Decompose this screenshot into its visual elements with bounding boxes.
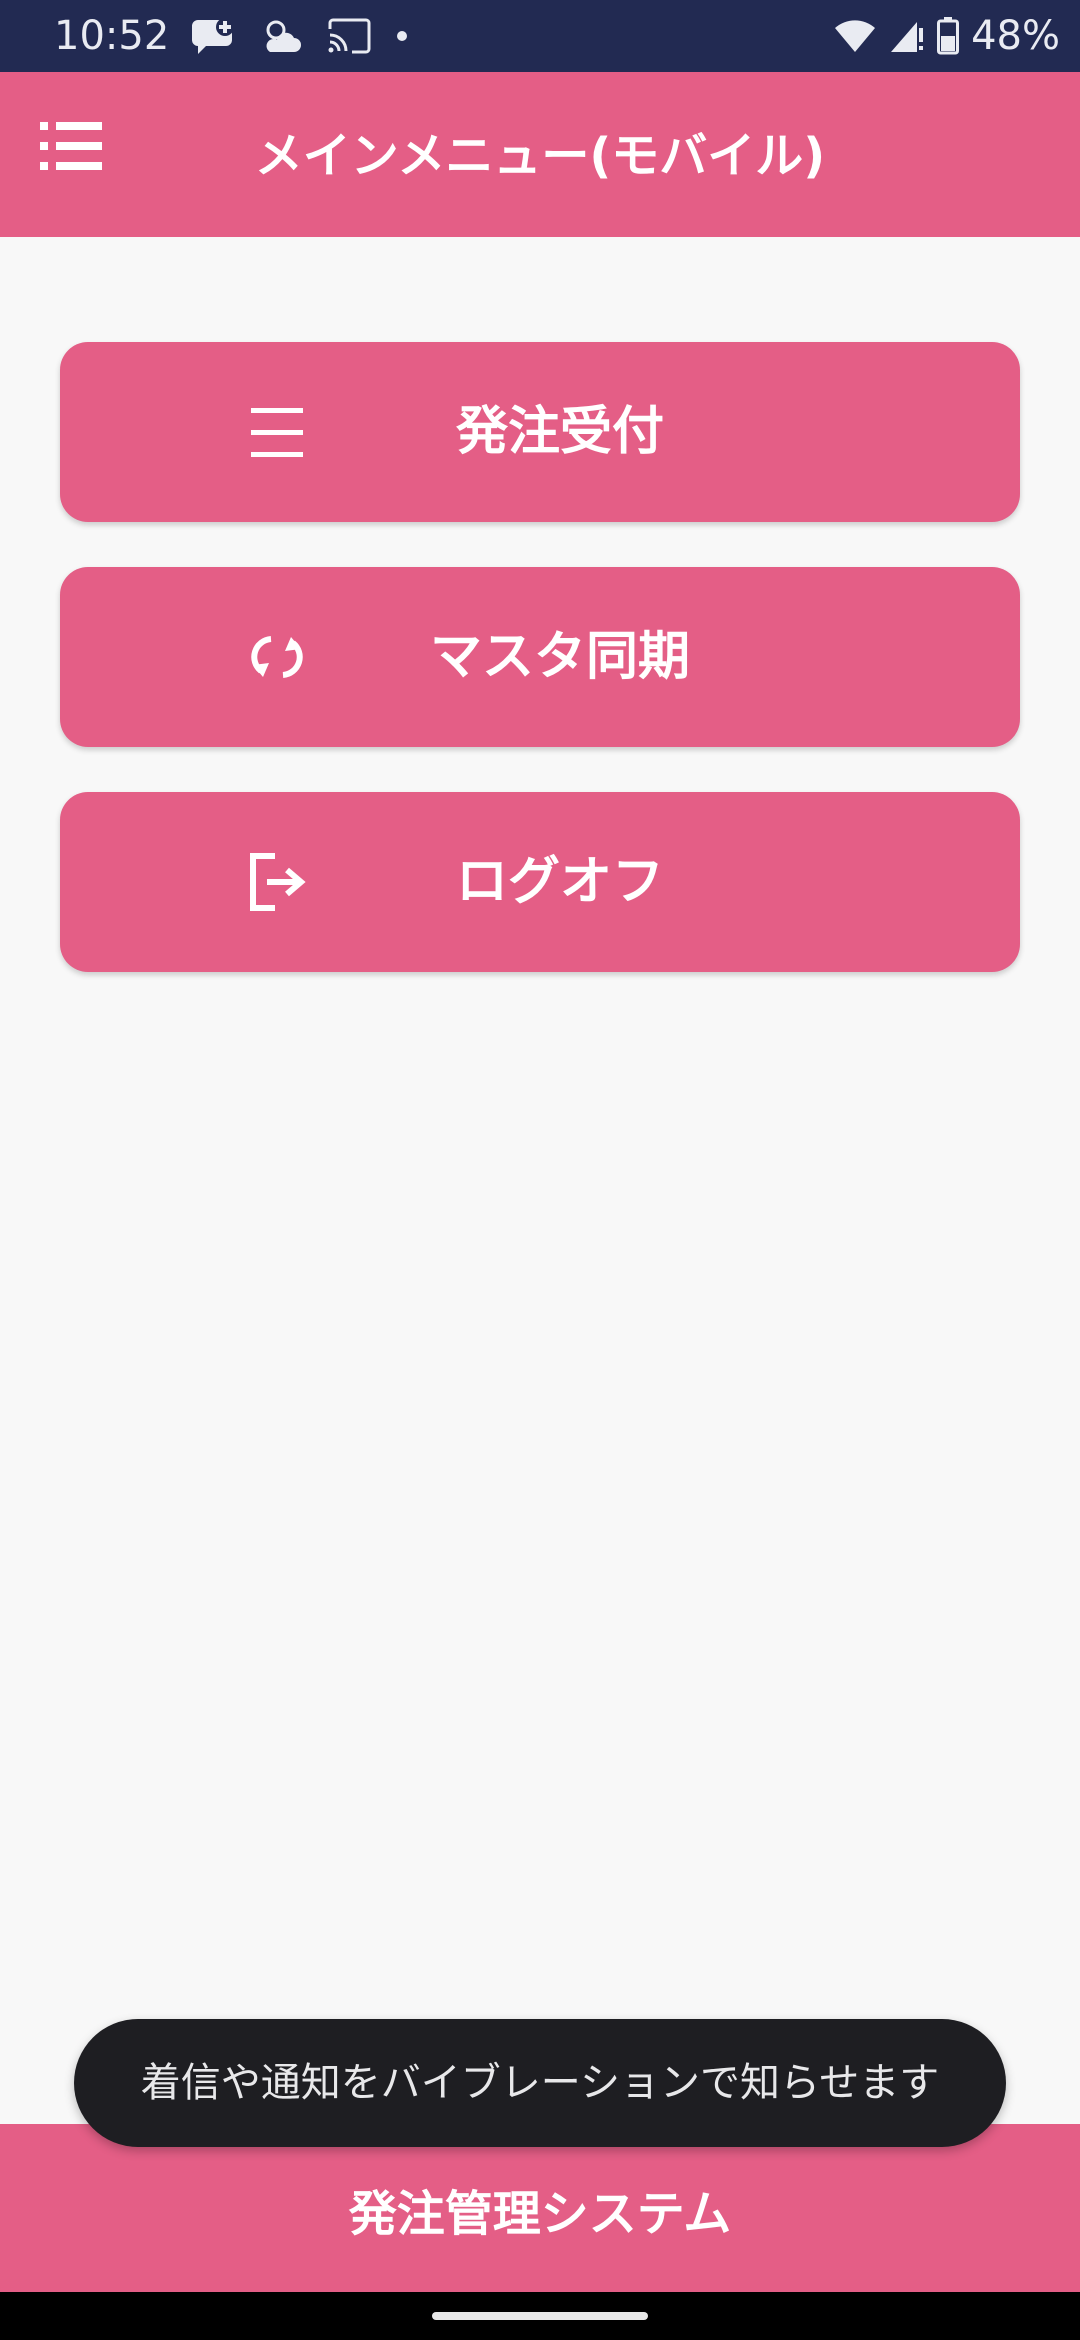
- weather-icon: [266, 20, 301, 52]
- page-title: メインメニュー(モバイル): [254, 128, 826, 184]
- wifi-icon: [835, 20, 876, 52]
- battery-percent: 48%: [971, 13, 1060, 59]
- status-time: 10:52: [54, 13, 170, 59]
- message-plus-icon: [192, 18, 234, 54]
- master-sync-label: マスタ同期: [429, 627, 690, 687]
- app-bar: メインメニュー(モバイル): [0, 72, 1080, 237]
- system-icons: 48%: [833, 12, 1060, 60]
- toast-message: 着信や通知をバイブレーションで知らせます: [74, 2019, 1006, 2147]
- master-sync-button[interactable]: マスタ同期: [60, 567, 1020, 747]
- footer: 発注管理システム: [0, 2124, 1080, 2292]
- signal-icon: [891, 22, 924, 52]
- logoff-label: ログオフ: [455, 852, 664, 912]
- order-receive-label: 発注受付: [455, 402, 664, 462]
- cast-icon: [328, 18, 371, 54]
- notification-icons: [192, 16, 410, 56]
- status-bar: 10:52 48%: [0, 0, 1080, 72]
- footer-title: 発注管理システム: [348, 2186, 732, 2242]
- home-handle[interactable]: [432, 2312, 648, 2320]
- dot-icon: [397, 31, 407, 41]
- battery-icon: [937, 17, 960, 55]
- navigation-bar: [0, 2292, 1080, 2340]
- logoff-button[interactable]: ログオフ: [60, 792, 1020, 972]
- order-receive-button[interactable]: 発注受付: [60, 342, 1020, 522]
